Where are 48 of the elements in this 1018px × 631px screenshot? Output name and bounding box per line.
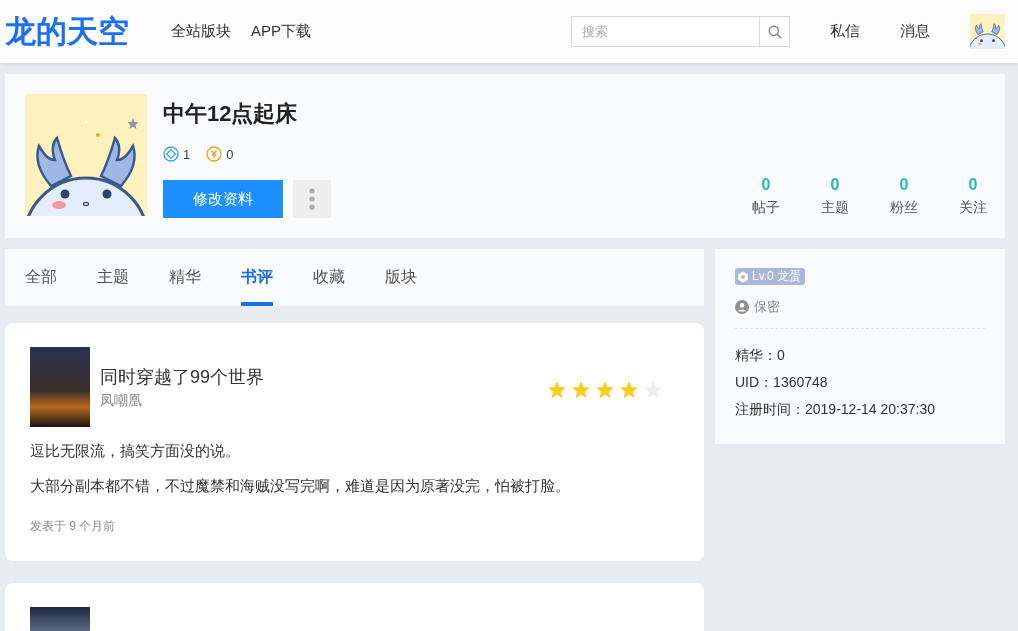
book-cover-placeholder[interactable] bbox=[30, 607, 90, 631]
header-link[interactable]: 私信 bbox=[830, 22, 860, 41]
badge-count: 0 bbox=[226, 146, 234, 162]
coin-icon bbox=[206, 146, 223, 162]
star-icon bbox=[548, 380, 566, 398]
hexagon-icon bbox=[737, 270, 749, 283]
search-button[interactable] bbox=[759, 16, 790, 47]
stat-label: 关注 bbox=[959, 198, 987, 217]
badge-count: 1 bbox=[183, 146, 191, 162]
profile-detail: 精华：0 bbox=[735, 346, 785, 365]
stat-label: 粉丝 bbox=[890, 198, 918, 217]
nav-link[interactable]: APP下载 bbox=[251, 22, 311, 41]
level-badge: Lv.0 龙蛋 bbox=[735, 268, 806, 285]
stat-count: 0 bbox=[899, 175, 909, 195]
search-field[interactable]: 搜索 bbox=[571, 16, 759, 47]
tab[interactable]: 书评 bbox=[241, 249, 273, 306]
book-title[interactable]: 同时穿越了99个世界 bbox=[100, 365, 265, 389]
site-logo[interactable]: 龙的天空 bbox=[5, 11, 132, 52]
book-cover-placeholder[interactable] bbox=[30, 347, 90, 427]
diamond-icon bbox=[163, 146, 179, 162]
tab[interactable]: 全部 bbox=[25, 249, 57, 306]
stat-count: 0 bbox=[761, 175, 771, 195]
nav-link[interactable]: 全站版块 bbox=[171, 22, 231, 41]
more-button[interactable] bbox=[293, 180, 331, 218]
gender-text: 保密 bbox=[754, 298, 780, 316]
star-icon bbox=[572, 380, 590, 398]
tab[interactable]: 版块 bbox=[385, 249, 417, 306]
stat-label: 帖子 bbox=[752, 198, 780, 217]
stat-count: 0 bbox=[968, 175, 978, 195]
profile-detail: UID：1360748 bbox=[735, 373, 828, 392]
header-link[interactable]: 消息 bbox=[900, 22, 930, 41]
stat-label: 主题 bbox=[821, 198, 849, 217]
search-icon bbox=[767, 24, 782, 39]
post-time: 发表于 9 个月前 bbox=[30, 518, 117, 534]
user-name: 中午12点起床 bbox=[163, 100, 299, 128]
mascot-avatar-drawing[interactable] bbox=[970, 14, 1005, 49]
tab[interactable]: 精华 bbox=[169, 249, 201, 306]
tab[interactable]: 主题 bbox=[97, 249, 129, 306]
tab[interactable]: 收藏 bbox=[313, 249, 345, 306]
profile-detail: 注册时间：2019-12-14 20:37:30 bbox=[735, 400, 935, 419]
stat-count: 0 bbox=[830, 175, 840, 195]
review-text: 大部分副本都不错，不过魔禁和海贼没写完啊，难道是因为原著没完，怕被打脸。 bbox=[30, 476, 571, 496]
person-icon bbox=[735, 300, 749, 314]
star-icon bbox=[596, 380, 614, 398]
more-icon bbox=[309, 188, 315, 210]
book-author: 凤嘲凰 bbox=[100, 391, 143, 410]
review-text: 逗比无限流，搞笑方面没的说。 bbox=[30, 441, 241, 461]
star-icon bbox=[620, 380, 638, 398]
